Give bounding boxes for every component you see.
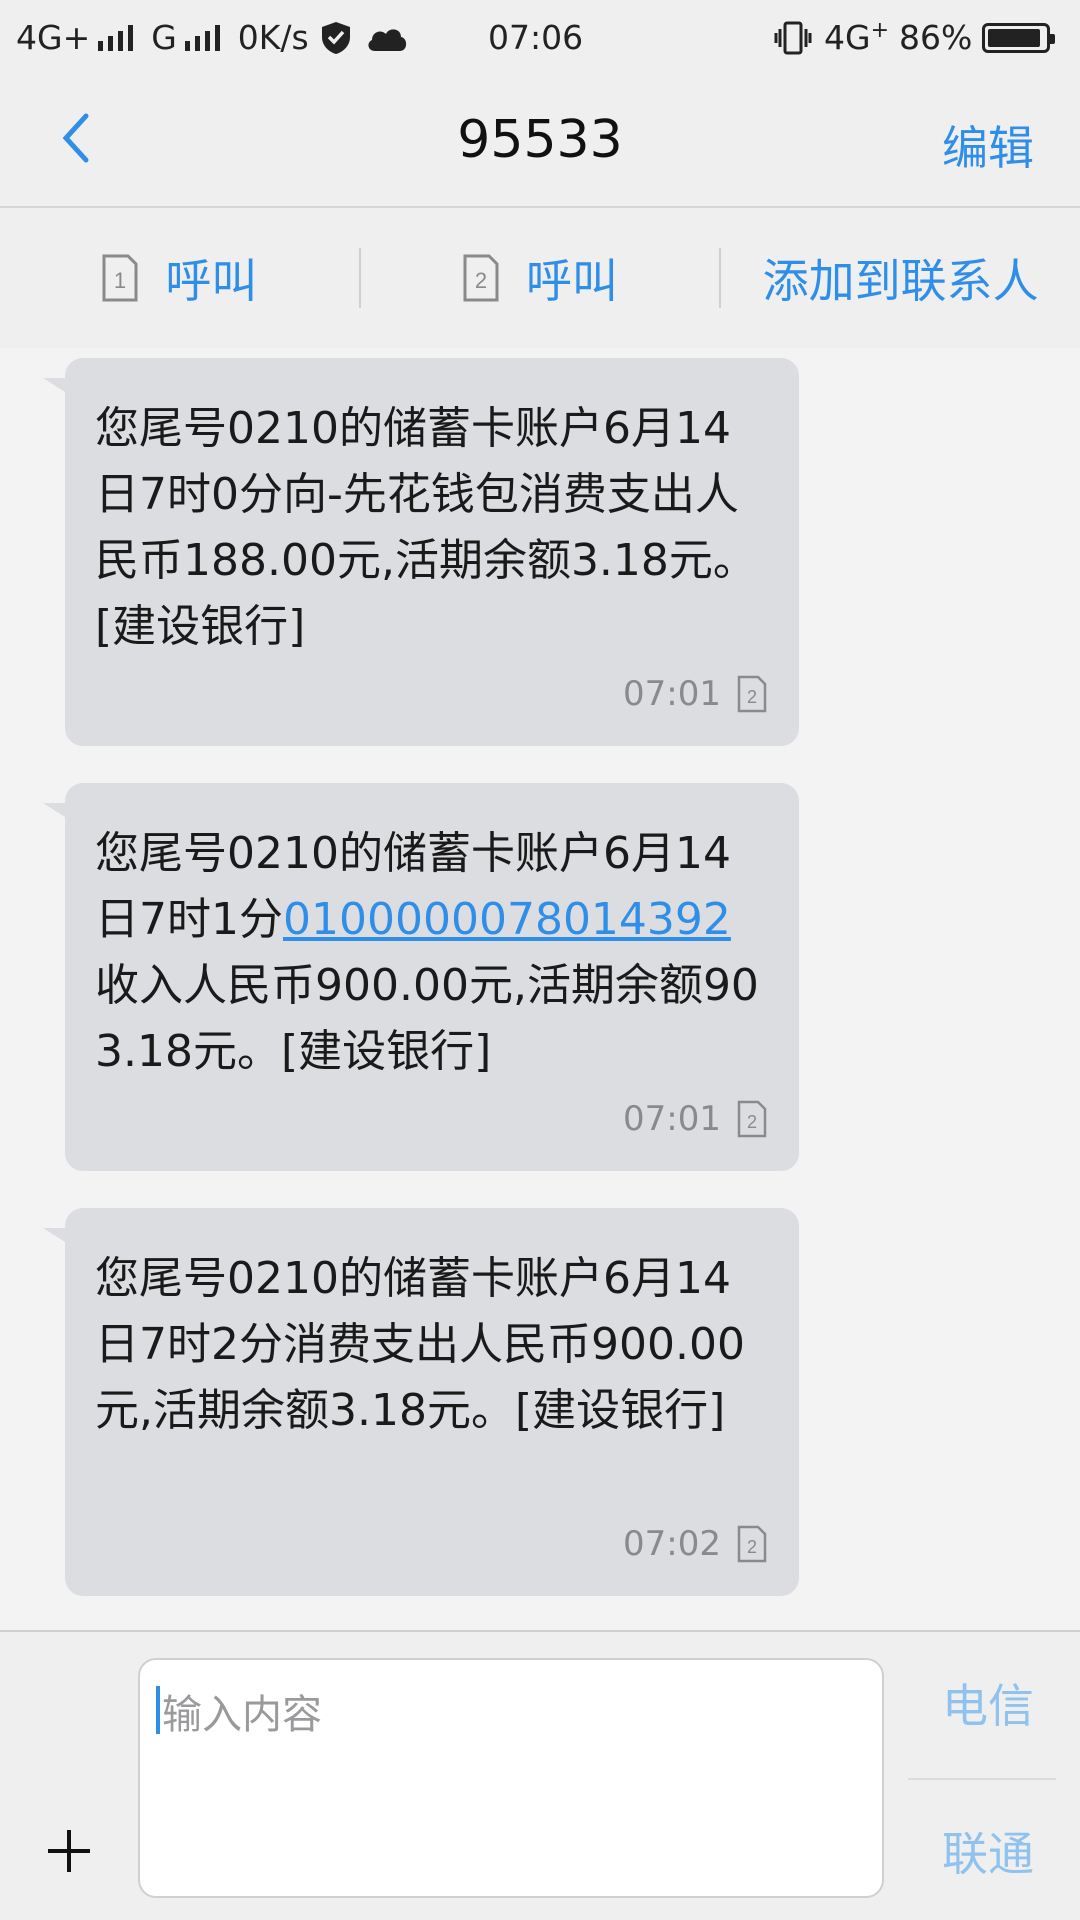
status-time: 07:06 xyxy=(488,18,584,57)
sim-card-icon: 2 xyxy=(737,1525,767,1563)
message-bubble[interactable]: 您尾号0210的储蓄卡账户6月14日7时1分0100000078014392收入… xyxy=(43,783,799,1171)
network-speed: 0K/s xyxy=(237,18,309,57)
svg-text:1: 1 xyxy=(114,268,126,293)
account-number-link[interactable]: 0100000078014392 xyxy=(283,894,731,945)
svg-text:2: 2 xyxy=(747,1537,757,1557)
send-telecom-button[interactable]: 电信 xyxy=(942,1670,1034,1736)
signal-icon xyxy=(98,24,134,51)
message-time: 07:02 xyxy=(623,1524,721,1564)
message-text: 您尾号0210的储蓄卡账户6月14日7时0分向-先花钱包消费支出人民币188.0… xyxy=(95,403,757,652)
message-list[interactable]: 您尾号0210的储蓄卡账户6月14日7时0分向-先花钱包消费支出人民币188.0… xyxy=(0,348,1080,1630)
call-sim2-label: 呼叫 xyxy=(526,254,618,308)
message-bubble[interactable]: 您尾号0210的储蓄卡账户6月14日7时2分消费支出人民币900.00元,活期余… xyxy=(43,1208,799,1596)
cloud-icon xyxy=(368,28,406,51)
network-type-3: 4G+ xyxy=(824,18,890,57)
divider xyxy=(908,1778,1056,1780)
message-meta: 07:02 2 xyxy=(623,1524,767,1564)
battery-icon xyxy=(982,22,1056,53)
sim-card-icon: 2 xyxy=(463,254,499,302)
svg-text:2: 2 xyxy=(747,1112,757,1132)
message-meta: 07:01 2 xyxy=(623,1099,767,1139)
sim-card-icon: 2 xyxy=(737,675,767,713)
shield-icon xyxy=(321,21,350,54)
message-text: 您尾号0210的储蓄卡账户6月14日7时2分消费支出人民币900.00元,活期余… xyxy=(95,1253,745,1436)
sim-card-icon: 2 xyxy=(737,1100,767,1138)
page-title: 95533 xyxy=(457,110,623,170)
send-unicom-button[interactable]: 联通 xyxy=(942,1818,1034,1884)
battery-percent: 86% xyxy=(899,18,973,57)
signal-icon xyxy=(184,24,220,51)
message-time: 07:01 xyxy=(623,674,721,714)
svg-text:2: 2 xyxy=(475,268,487,293)
input-placeholder: 输入内容 xyxy=(162,1692,322,1738)
compose-bar: 输入内容 电信 联通 xyxy=(0,1630,1080,1920)
message-meta: 07:01 2 xyxy=(623,674,767,714)
message-bubble[interactable]: 您尾号0210的储蓄卡账户6月14日7时0分向-先花钱包消费支出人民币188.0… xyxy=(43,358,799,746)
action-bar: 1 呼叫 2 呼叫 添加到联系人 xyxy=(0,208,1080,348)
message-time: 07:01 xyxy=(623,1099,721,1139)
message-input[interactable]: 输入内容 xyxy=(138,1658,884,1898)
add-contact-button[interactable]: 添加到联系人 xyxy=(721,208,1080,348)
network-type-1: 4G+ xyxy=(16,18,91,57)
conversation-header: 95533 编辑 xyxy=(0,76,1080,208)
call-sim1-button[interactable]: 1 呼叫 xyxy=(0,208,359,348)
call-sim1-label: 呼叫 xyxy=(165,254,258,308)
call-sim2-button[interactable]: 2 呼叫 xyxy=(361,208,720,348)
network-type-2: G xyxy=(151,18,177,57)
status-bar: 4G+ G 0K/s 07:06 4G+ 86% xyxy=(0,0,1080,76)
edit-button[interactable]: 编辑 xyxy=(942,112,1034,178)
text-caret xyxy=(156,1686,160,1734)
message-text: 您尾号0210的储蓄卡账户6月14日7时1分0100000078014392收入… xyxy=(95,828,759,1077)
svg-text:2: 2 xyxy=(747,687,757,707)
plus-icon[interactable] xyxy=(46,1828,92,1874)
sim-card-icon: 1 xyxy=(102,254,138,302)
status-right: 4G+ 86% xyxy=(774,18,1056,57)
status-left: 4G+ G 0K/s xyxy=(16,18,409,57)
vibrate-icon xyxy=(774,21,812,54)
